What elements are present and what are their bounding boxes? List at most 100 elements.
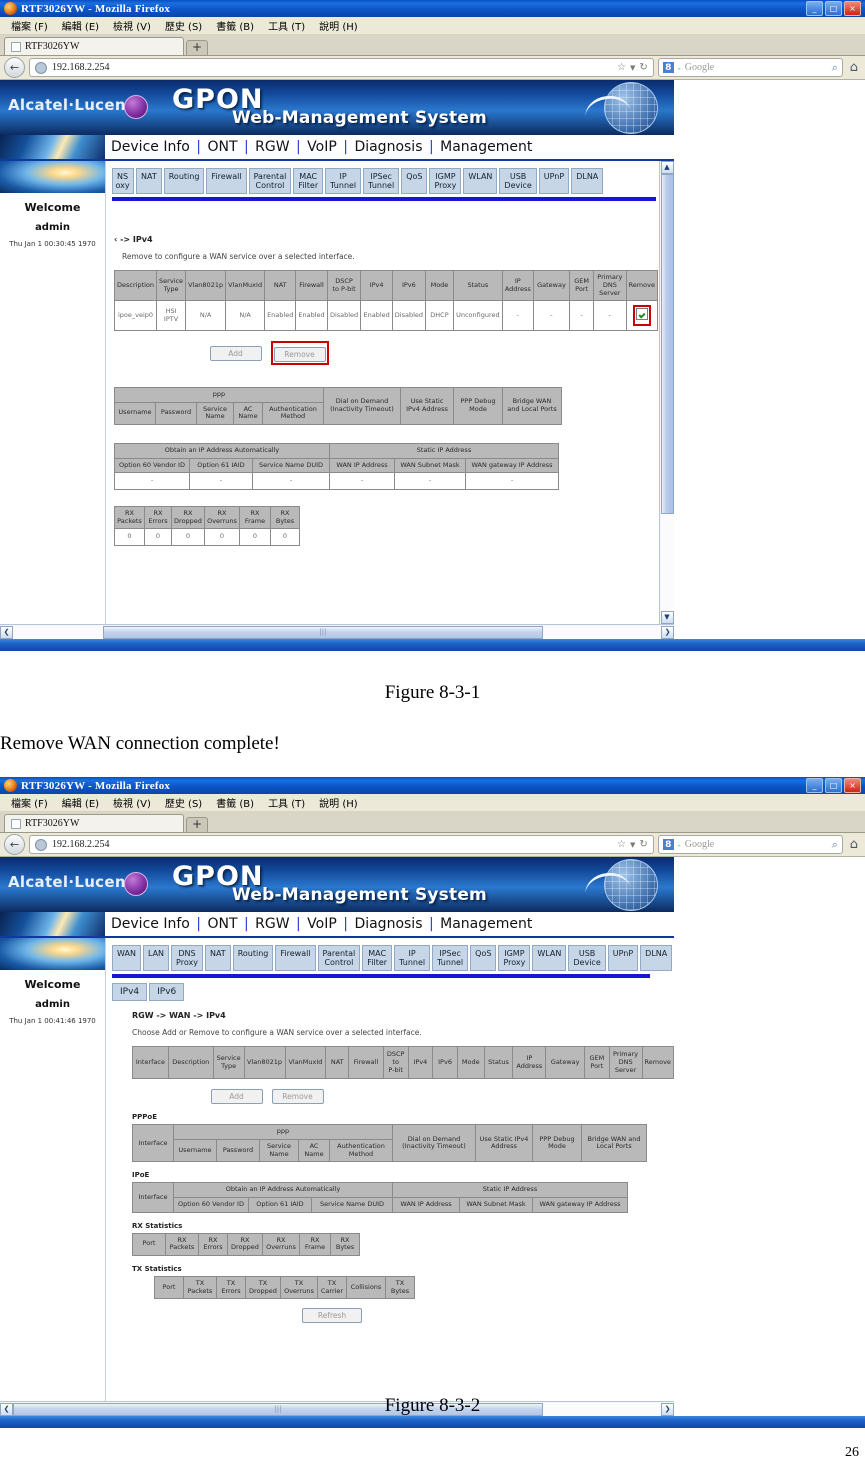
tab-mac-filter[interactable]: MAC Filter — [293, 168, 324, 195]
menu-view[interactable]: 檢視 (V) — [106, 18, 158, 33]
tab-nat[interactable]: NAT — [204, 945, 231, 972]
add-button[interactable]: Add — [209, 345, 262, 361]
address-bar[interactable]: 192.168.2.254 ☆ ▼ ↻ — [29, 835, 654, 854]
menu-help[interactable]: 說明 (H) — [312, 18, 365, 33]
add-button[interactable]: Add — [210, 1089, 263, 1105]
tab-wlan[interactable]: WLAN — [532, 945, 567, 972]
menu-help[interactable]: 說明 (H) — [312, 795, 365, 810]
scroll-up-button[interactable]: ▲ — [660, 161, 674, 174]
remove-checkbox[interactable] — [635, 308, 648, 321]
tab-wan[interactable]: WAN — [112, 945, 141, 972]
home-icon[interactable]: ⌂ — [847, 60, 861, 75]
maximize-button[interactable]: □ — [825, 778, 842, 793]
menu-file[interactable]: 檔案 (F) — [4, 795, 55, 810]
close-button[interactable]: × — [844, 1, 861, 16]
menu-voip[interactable]: VoIP — [307, 139, 337, 155]
reload-icon[interactable]: ↻ — [639, 62, 647, 73]
menu-bookmarks[interactable]: 書籤 (B) — [209, 795, 261, 810]
vertical-scrollbar-1[interactable]: ▲ ▼ — [659, 161, 674, 624]
search-icon[interactable]: ⌕ — [832, 838, 838, 852]
horizontal-scrollbar-1[interactable]: ❮ ||| ❯ — [0, 624, 674, 639]
tab-ip-tunnel[interactable]: IP Tunnel — [394, 945, 431, 972]
remove-button[interactable]: Remove — [273, 347, 326, 362]
address-bar[interactable]: 192.168.2.254 ☆ ▼ ↻ — [29, 58, 654, 77]
scroll-down-button[interactable]: ▼ — [660, 611, 674, 624]
minimize-button[interactable]: _ — [806, 778, 823, 793]
tab-upnp[interactable]: UPnP — [538, 168, 570, 195]
menu-edit[interactable]: 編輯 (E) — [55, 795, 106, 810]
tab-nat[interactable]: NAT — [136, 168, 162, 195]
new-tab-button[interactable]: + — [186, 40, 208, 55]
horizontal-scroll-thumb[interactable]: ||| — [103, 625, 543, 639]
tab-usb-device[interactable]: USB Device — [568, 945, 606, 972]
menu-bookmarks[interactable]: 書籤 (B) — [209, 18, 261, 33]
menu-tools[interactable]: 工具 (T) — [261, 795, 312, 810]
tab-lan[interactable]: LAN — [142, 945, 170, 972]
menu-rgw[interactable]: RGW — [255, 916, 289, 932]
menu-history[interactable]: 歷史 (S) — [158, 18, 209, 33]
google-icon[interactable]: 8 — [662, 839, 674, 850]
reload-icon[interactable]: ↻ — [639, 839, 647, 850]
menu-device-info[interactable]: Device Info — [111, 139, 190, 155]
bookmark-star-icon[interactable]: ☆ — [617, 62, 626, 73]
remove-button[interactable]: Remove — [271, 1089, 324, 1105]
tab-ipsec-tunnel[interactable]: IPSec Tunnel — [432, 945, 469, 972]
search-bar[interactable]: 8 - Google ⌕ — [657, 835, 843, 854]
menu-edit[interactable]: 編輯 (E) — [55, 18, 106, 33]
tab-upnp[interactable]: UPnP — [607, 945, 639, 972]
menu-history[interactable]: 歷史 (S) — [158, 795, 209, 810]
tab-firewall[interactable]: Firewall — [275, 945, 316, 972]
horizontal-scroll-track[interactable]: ||| — [13, 625, 661, 639]
tab-ipsec-tunnel[interactable]: IPSec Tunnel — [363, 168, 400, 195]
maximize-button[interactable]: □ — [825, 1, 842, 16]
tab-qos[interactable]: QoS — [470, 945, 497, 972]
minimize-button[interactable]: _ — [806, 1, 823, 16]
back-button[interactable]: ← — [4, 834, 25, 855]
vertical-scroll-track[interactable] — [660, 174, 674, 611]
tab-qos[interactable]: QoS — [401, 168, 428, 195]
menu-tools[interactable]: 工具 (T) — [261, 18, 312, 33]
tab-routing[interactable]: Routing — [232, 945, 274, 972]
bookmark-star-icon[interactable]: ☆ — [617, 839, 626, 850]
chevron-down-icon[interactable]: ▼ — [630, 64, 635, 72]
chevron-down-icon[interactable]: ▼ — [630, 841, 635, 849]
menu-ont[interactable]: ONT — [207, 139, 237, 155]
tab-dlna[interactable]: DLNA — [640, 945, 673, 972]
refresh-button[interactable]: Refresh — [302, 1308, 362, 1324]
google-icon[interactable]: 8 — [662, 62, 674, 73]
tab-routing[interactable]: Routing — [163, 168, 205, 195]
tab-firewall[interactable]: Firewall — [206, 168, 247, 195]
tab-usb-device[interactable]: USB Device — [499, 168, 537, 195]
search-input[interactable]: Google — [685, 839, 828, 850]
tab-igmp-proxy[interactable]: IGMP Proxy — [429, 168, 462, 195]
tab-parental-control[interactable]: Parental Control — [317, 945, 361, 972]
tab-dns-proxy[interactable]: DNS Proxy — [171, 945, 203, 972]
menu-diagnosis[interactable]: Diagnosis — [354, 916, 422, 932]
menu-management[interactable]: Management — [440, 916, 532, 932]
scroll-left-button[interactable]: ❮ — [0, 625, 13, 639]
tab-wlan[interactable]: WLAN — [463, 168, 498, 195]
menu-rgw[interactable]: RGW — [255, 139, 289, 155]
search-input[interactable]: Google — [685, 62, 828, 73]
menu-voip[interactable]: VoIP — [307, 916, 337, 932]
tab-ip-tunnel[interactable]: IP Tunnel — [325, 168, 362, 195]
vertical-scroll-thumb[interactable] — [660, 174, 674, 514]
menu-file[interactable]: 檔案 (F) — [4, 18, 55, 33]
subtab-ipv4[interactable]: IPv4 — [112, 983, 148, 1002]
browser-tab[interactable]: RTF3026YW — [4, 37, 184, 55]
subtab-ipv6[interactable]: IPv6 — [149, 983, 185, 1002]
browser-tab[interactable]: RTF3026YW — [4, 814, 184, 832]
menu-view[interactable]: 檢視 (V) — [106, 795, 158, 810]
menu-device-info[interactable]: Device Info — [111, 916, 190, 932]
search-bar[interactable]: 8 - Google ⌕ — [657, 58, 843, 77]
tab-igmp-proxy[interactable]: IGMP Proxy — [498, 945, 531, 972]
search-icon[interactable]: ⌕ — [832, 61, 838, 75]
tab-dns-proxy[interactable]: NS oxy — [112, 168, 134, 195]
scroll-right-button[interactable]: ❯ — [661, 625, 674, 639]
tab-dlna[interactable]: DLNA — [571, 168, 604, 195]
menu-ont[interactable]: ONT — [207, 916, 237, 932]
tab-parental-control[interactable]: Parental Control — [248, 168, 292, 195]
tab-mac-filter[interactable]: MAC Filter — [362, 945, 393, 972]
menu-management[interactable]: Management — [440, 139, 532, 155]
close-button[interactable]: × — [844, 778, 861, 793]
